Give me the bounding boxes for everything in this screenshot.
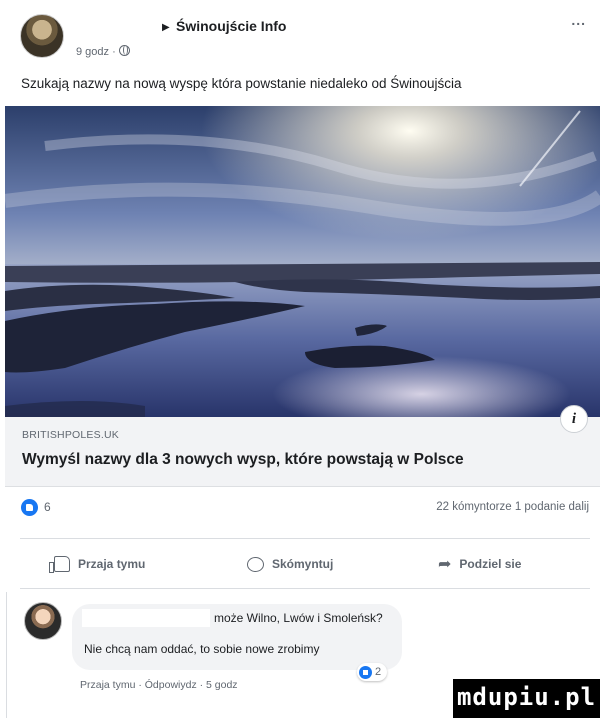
watermark: mdupiu.pl: [453, 679, 600, 718]
page-avatar[interactable]: [20, 14, 64, 58]
comment-button-label: Skómyntuj: [272, 557, 334, 571]
info-icon[interactable]: i: [560, 405, 588, 433]
globe-icon: [119, 45, 130, 56]
like-icon: [359, 665, 372, 679]
post-timestamp[interactable]: 9 godz ·: [76, 46, 116, 58]
comment-thread-rule: [6, 592, 7, 718]
link-title[interactable]: Wymyśl nazwy dla 3 nowych wysp, które po…: [22, 451, 464, 469]
comment-reaction-count[interactable]: 2: [357, 663, 388, 681]
comments-shares-count[interactable]: 22 kómyntorze 1 podanie dalij: [436, 501, 589, 513]
comment-bubble-icon: [247, 556, 264, 572]
like-button[interactable]: Przaja tymu: [49, 548, 146, 580]
share-arrow-icon: ➦: [438, 556, 452, 573]
shared-arrow-icon: ▶: [162, 22, 170, 33]
link-preview-image[interactable]: [5, 106, 600, 417]
comment-button[interactable]: Skómyntuj: [247, 548, 333, 580]
watermark-text: mdupiu.pl: [456, 683, 597, 711]
comment-bubble: może Wilno, Lwów i Smoleńsk? Nie chcą na…: [72, 604, 402, 670]
like-button-label: Przaja tymu: [78, 557, 146, 571]
more-icon[interactable]: ...: [571, 12, 586, 28]
share-button-label: Podziel sie: [459, 557, 522, 571]
post-text: Szukają nazwy na nową wyspę która powsta…: [21, 76, 462, 91]
divider: [20, 588, 590, 589]
comment-reaction-number: 2: [375, 666, 382, 678]
action-bar: Przaja tymu Skómyntuj ➦ Podziel sie: [20, 548, 590, 580]
reaction-stats: 6 22 kómyntorze 1 podanie dalij: [20, 498, 600, 522]
like-count[interactable]: 6: [44, 500, 51, 514]
aerial-photo: [5, 106, 600, 417]
comment-text-line2: Nie chcą nam oddać, to sobie nowe zrobim…: [84, 642, 320, 656]
link-domain: BRITISHPOLES.UK: [22, 429, 119, 441]
link-preview[interactable]: BRITISHPOLES.UK Wymyśl nazwy dla 3 nowyc…: [5, 405, 600, 487]
page-name[interactable]: Świnoujście Info: [176, 18, 286, 34]
divider: [20, 538, 590, 539]
thumb-up-icon: [49, 556, 70, 573]
comment-text-line1: może Wilno, Lwów i Smoleńsk?: [214, 611, 383, 625]
comment-meta[interactable]: Przaja tymu · Ódpowiydz · 5 godz: [80, 679, 238, 691]
commenter-avatar[interactable]: [24, 602, 62, 640]
redacted-commenter-name: [82, 609, 210, 627]
like-icon[interactable]: [21, 499, 38, 516]
share-button[interactable]: ➦ Podziel sie: [438, 548, 521, 580]
post-header: ▶ Świnoujście Info 9 godz · ...: [0, 0, 600, 70]
